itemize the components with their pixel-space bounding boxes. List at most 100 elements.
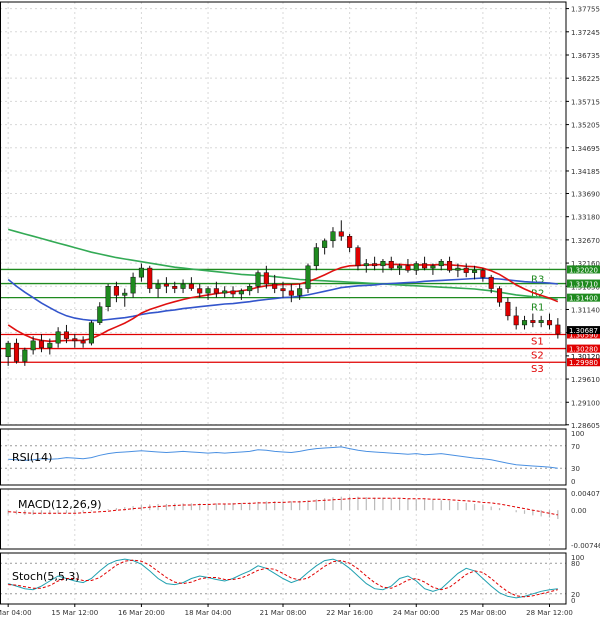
price-tag-text-r3: 1.32020 bbox=[569, 266, 598, 274]
candle-body bbox=[363, 263, 369, 267]
current-price-text: 1.30687 bbox=[569, 327, 598, 335]
rsi-label: RSI(14) bbox=[12, 451, 52, 464]
y-tick-label: 1.36735 bbox=[571, 52, 600, 60]
candle-body bbox=[397, 265, 403, 269]
candle-body bbox=[480, 270, 486, 278]
y-tick-label: 1.34185 bbox=[571, 168, 600, 176]
candle-body bbox=[472, 270, 478, 273]
candle-body bbox=[272, 283, 278, 289]
candle-body bbox=[47, 342, 53, 348]
candle-body bbox=[538, 320, 544, 323]
x-tick-label: 14 Mar 04:00 bbox=[0, 609, 32, 617]
candle-body bbox=[13, 342, 20, 362]
candle-body bbox=[180, 283, 186, 289]
candle-body bbox=[513, 315, 519, 326]
candle-body bbox=[496, 288, 503, 303]
macd-tick-label: 0.00 bbox=[571, 507, 587, 515]
rsi-tick-label: 70 bbox=[571, 443, 580, 451]
candle-body bbox=[255, 272, 261, 287]
y-tick-label: 1.37245 bbox=[571, 29, 600, 37]
stoch-tick-label: 80 bbox=[571, 560, 580, 568]
candle-body bbox=[247, 286, 253, 292]
candle-body bbox=[463, 267, 469, 273]
level-label-s1: S1 bbox=[531, 336, 544, 347]
candle-body bbox=[63, 331, 70, 339]
x-tick-label: 22 Mar 16:00 bbox=[326, 609, 373, 617]
candle-body bbox=[288, 290, 294, 296]
candle-body bbox=[263, 272, 269, 285]
candle-body bbox=[30, 340, 36, 351]
y-tick-label: 1.31140 bbox=[571, 306, 600, 314]
candle-body bbox=[313, 247, 319, 267]
y-tick-label: 1.29610 bbox=[571, 376, 600, 384]
candle-body bbox=[5, 342, 11, 358]
x-tick-label: 15 Mar 12:00 bbox=[51, 609, 98, 617]
candle-body bbox=[222, 290, 228, 294]
candle-body bbox=[546, 320, 553, 326]
candle-body bbox=[388, 261, 394, 269]
candle-body bbox=[197, 288, 203, 294]
candle-body bbox=[438, 261, 444, 267]
candle-body bbox=[205, 288, 211, 294]
candle-body bbox=[280, 288, 286, 292]
candle-body bbox=[555, 324, 561, 335]
stoch-label: Stoch(5,5,3) bbox=[12, 570, 80, 583]
candle-body bbox=[422, 263, 428, 269]
candle-body bbox=[455, 267, 461, 271]
candle-body bbox=[138, 267, 144, 278]
candle-body bbox=[505, 301, 511, 317]
x-tick-label: 25 Mar 08:00 bbox=[460, 609, 507, 617]
candle-body bbox=[488, 276, 494, 289]
candle-body bbox=[405, 265, 411, 271]
y-tick-label: 1.35715 bbox=[571, 98, 600, 106]
x-tick-label: 28 Mar 12:00 bbox=[526, 609, 573, 617]
y-tick-label: 1.37755 bbox=[571, 6, 600, 14]
y-tick-label: 1.28605 bbox=[571, 422, 600, 430]
candle-body bbox=[72, 338, 78, 342]
level-label-s3: S3 bbox=[531, 364, 544, 375]
rsi-tick-label: 100 bbox=[571, 430, 584, 438]
candle-body bbox=[172, 286, 178, 289]
candle-body bbox=[113, 286, 119, 296]
candle-body bbox=[413, 263, 419, 271]
candle-body bbox=[238, 290, 244, 295]
candle-body bbox=[105, 286, 111, 307]
candle-body bbox=[55, 331, 61, 344]
candle-body bbox=[213, 288, 219, 294]
chart-canvas: R3R2R1S1S2S3 RSI(14) MACD(12,26,9) Stoch… bbox=[0, 0, 600, 623]
y-tick-label: 1.30120 bbox=[571, 353, 600, 361]
x-tick-label: 21 Mar 08:00 bbox=[260, 609, 307, 617]
x-tick-label: 16 Mar 20:00 bbox=[118, 609, 165, 617]
candle-body bbox=[88, 322, 94, 344]
candle-body bbox=[530, 320, 536, 323]
candle-body bbox=[322, 240, 328, 248]
candle-body bbox=[38, 340, 45, 348]
price-tag-text-r1: 1.31400 bbox=[569, 295, 598, 303]
x-tick-label: 18 Mar 04:00 bbox=[185, 609, 232, 617]
candle-body bbox=[80, 340, 86, 344]
macd-tick-label: 0.004076 bbox=[571, 490, 600, 498]
y-tick-label: 1.33180 bbox=[571, 214, 600, 222]
stoch-tick-label: 0 bbox=[571, 597, 575, 605]
rsi-tick-label: 0 bbox=[571, 478, 575, 486]
candle-body bbox=[372, 263, 378, 267]
level-label-r1: R1 bbox=[531, 303, 544, 314]
y-tick-label: 1.32670 bbox=[571, 237, 600, 245]
candle-body bbox=[380, 261, 386, 267]
candle-body bbox=[305, 265, 311, 289]
macd-tick-label: -0.007466 bbox=[571, 542, 600, 550]
candle-body bbox=[155, 283, 161, 289]
candle-body bbox=[521, 320, 528, 326]
rsi-tick-label: 30 bbox=[571, 465, 580, 473]
y-tick-label: 1.33690 bbox=[571, 190, 600, 198]
y-tick-label: 1.29100 bbox=[571, 399, 600, 407]
y-tick-label: 1.35205 bbox=[571, 122, 600, 130]
candle-body bbox=[338, 231, 344, 237]
x-tick-label: 24 Mar 00:00 bbox=[393, 609, 440, 617]
candle-body bbox=[188, 283, 194, 289]
candle-body bbox=[130, 276, 136, 294]
y-tick-label: 1.36225 bbox=[571, 75, 600, 83]
candle-body bbox=[147, 267, 153, 289]
candle-body bbox=[22, 349, 28, 362]
candle-body bbox=[430, 265, 436, 269]
